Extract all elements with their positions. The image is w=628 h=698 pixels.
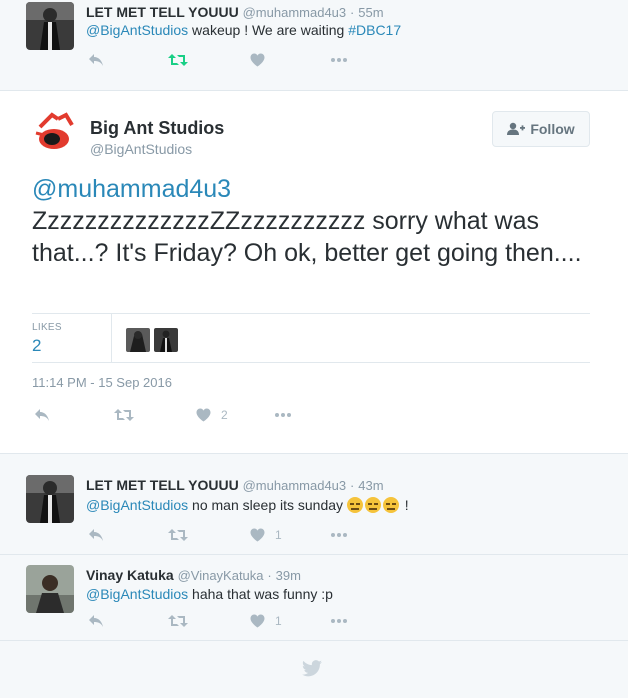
reply-tweet[interactable]: LET MET TELL YOUUU @muhammad4u3 · 43m @B… xyxy=(0,465,628,555)
avatar[interactable] xyxy=(26,565,74,613)
tweet-text: @muhammad4u3 ZzzzzzzzzzzzzzZZzzzzzzzzzz … xyxy=(32,173,592,269)
more-button[interactable] xyxy=(274,405,292,425)
more-button[interactable] xyxy=(330,611,348,631)
avatar[interactable] xyxy=(26,475,74,523)
big-ant-logo-icon xyxy=(35,112,74,149)
twitter-bird-icon xyxy=(302,660,322,682)
tweet-body: no man sleep its sunday xyxy=(188,497,347,513)
separator-dot: · xyxy=(350,5,355,20)
reply-icon xyxy=(89,529,103,541)
more-icon xyxy=(331,619,347,623)
follow-button[interactable]: Follow xyxy=(492,111,590,147)
expressionless-emoji-icon xyxy=(382,497,399,513)
reply-button[interactable] xyxy=(88,50,104,70)
author-handle[interactable]: @muhammad4u3 xyxy=(243,478,347,493)
author-name[interactable]: Vinay Katuka xyxy=(86,567,174,583)
like-button[interactable]: 1 xyxy=(250,611,282,631)
like-count: 1 xyxy=(275,614,282,628)
tweet-time[interactable]: 39m xyxy=(276,568,301,583)
expressionless-emoji-icon xyxy=(346,497,363,513)
focused-tweet: Big Ant Studios @BigAntStudios Follow @m… xyxy=(0,90,628,454)
divider xyxy=(0,640,628,641)
liker-avatar[interactable] xyxy=(126,328,150,352)
reply-icon xyxy=(89,615,103,627)
retweet-button[interactable] xyxy=(168,611,188,631)
like-icon xyxy=(250,528,265,542)
author-name[interactable]: Big Ant Studios xyxy=(90,118,224,139)
like-button[interactable]: 2 xyxy=(196,405,228,425)
more-icon xyxy=(331,58,347,62)
tweet-time[interactable]: 43m xyxy=(358,478,383,493)
follow-label: Follow xyxy=(530,121,575,137)
retweet-icon xyxy=(114,409,134,421)
more-button[interactable] xyxy=(330,50,348,70)
mention-link[interactable]: @muhammad4u3 xyxy=(32,175,231,203)
reply-button[interactable] xyxy=(88,611,104,631)
author-handle[interactable]: @muhammad4u3 xyxy=(243,5,347,20)
like-icon xyxy=(250,614,265,628)
likes-count[interactable]: 2 xyxy=(32,336,41,356)
separator-dot: · xyxy=(350,478,355,493)
like-count: 2 xyxy=(221,408,228,422)
like-icon xyxy=(250,53,265,67)
retweet-button[interactable] xyxy=(168,50,188,70)
tweet-timestamp[interactable]: 11:14 PM - 15 Sep 2016 xyxy=(32,375,172,390)
more-button[interactable] xyxy=(330,525,348,545)
reply-button[interactable] xyxy=(88,525,104,545)
tweet-body: wakeup ! We are waiting xyxy=(188,22,349,38)
avatar[interactable] xyxy=(26,2,74,50)
divider xyxy=(111,314,112,362)
reply-button[interactable] xyxy=(34,405,50,425)
tweet-stats: LIKES 2 xyxy=(32,313,590,363)
tweet-text: @BigAntStudios no man sleep its sunday ! xyxy=(86,497,409,513)
mention-link[interactable]: @BigAntStudios xyxy=(86,22,188,38)
mention-link[interactable]: @BigAntStudios xyxy=(86,586,188,602)
avatar[interactable] xyxy=(32,109,78,155)
expressionless-emoji-icon xyxy=(364,497,381,513)
separator-dot: · xyxy=(267,568,272,583)
tweet-body: ZzzzzzzzzzzzzzZZzzzzzzzzzz sorry what wa… xyxy=(32,207,582,267)
reply-icon xyxy=(35,409,49,421)
retweet-button[interactable] xyxy=(114,405,134,425)
tweet-text: @BigAntStudios haha that was funny :p xyxy=(86,586,333,602)
follow-icon xyxy=(507,122,526,135)
tweet-text: @BigAntStudios wakeup ! We are waiting #… xyxy=(86,22,401,38)
mention-link[interactable]: @BigAntStudios xyxy=(86,497,188,513)
retweet-icon xyxy=(168,54,188,66)
liker-avatar[interactable] xyxy=(154,328,178,352)
more-icon xyxy=(331,533,347,537)
author-name[interactable]: LET MET TELL YOUUU xyxy=(86,4,239,20)
reply-tweet[interactable]: Vinay Katuka @VinayKatuka · 39m @BigAntS… xyxy=(0,555,628,641)
hashtag-link[interactable]: #DBC17 xyxy=(348,22,401,38)
tweet-item[interactable]: LET MET TELL YOUUU @muhammad4u3 · 55m @B… xyxy=(0,0,628,80)
author-handle[interactable]: @VinayKatuka xyxy=(178,568,264,583)
more-icon xyxy=(275,413,291,417)
like-button[interactable]: 1 xyxy=(250,525,282,545)
tweet-body-end: ! xyxy=(400,497,409,513)
like-button[interactable] xyxy=(250,50,265,70)
likes-label: LIKES xyxy=(32,322,62,333)
tweet-body: haha that was funny :p xyxy=(188,586,333,602)
author-name[interactable]: LET MET TELL YOUUU xyxy=(86,477,239,493)
like-icon xyxy=(196,408,211,422)
retweet-icon xyxy=(168,615,188,627)
reply-icon xyxy=(89,54,103,66)
author-handle[interactable]: @BigAntStudios xyxy=(90,141,192,157)
retweet-button[interactable] xyxy=(168,525,188,545)
like-count: 1 xyxy=(275,528,282,542)
retweet-icon xyxy=(168,529,188,541)
tweet-time[interactable]: 55m xyxy=(358,5,383,20)
